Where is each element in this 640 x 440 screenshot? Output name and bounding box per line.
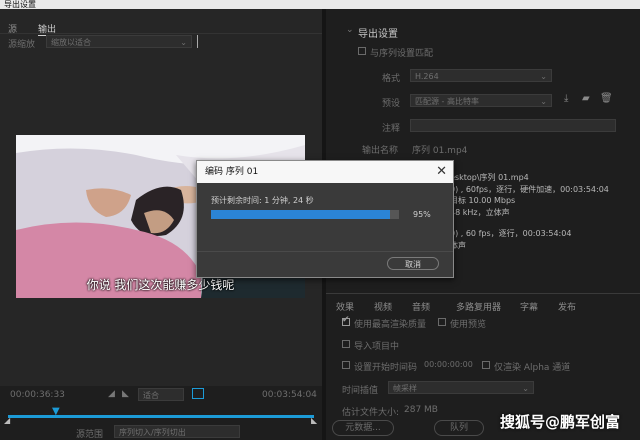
import-project-checkbox[interactable] xyxy=(342,340,350,348)
summary-line: 目标 10.00 Mbps xyxy=(450,196,516,205)
file-size-value: 287 MB xyxy=(404,405,438,415)
dialog-divider xyxy=(197,251,453,252)
metadata-button-label: 元数据... xyxy=(345,423,381,433)
watermark-text: 搜狐号@鹏军创富 xyxy=(500,413,621,431)
tab-divider xyxy=(0,33,322,34)
use-preview-checkbox[interactable] xyxy=(438,318,446,326)
source-range-select[interactable]: 序列切入/序列切出 xyxy=(114,425,240,438)
time-interpolation-select[interactable]: 帧采样 ⌄ xyxy=(388,381,534,394)
dialog-title: 编码 序列 01 xyxy=(197,161,453,183)
close-icon[interactable]: ✕ xyxy=(436,163,447,181)
window-title: 导出设置 xyxy=(0,0,640,9)
render-alpha-label: 仅渲染 Alpha 通道 xyxy=(494,363,571,373)
crop-marker xyxy=(197,35,198,48)
output-name-label: 输出名称 xyxy=(362,146,399,156)
match-sequence-checkbox[interactable] xyxy=(358,47,366,55)
chevron-down-icon: ⌄ xyxy=(540,72,547,81)
tab-multiplexer[interactable]: 多路复用器 xyxy=(456,300,501,313)
summary-line: 0) , 60 fps，逐行，00:03:54:04 xyxy=(450,229,572,238)
chevron-down-icon: ⌄ xyxy=(180,38,187,47)
source-scaling-select[interactable]: 缩放以适合 ⌄ xyxy=(46,35,192,48)
output-name-link[interactable]: 序列 01.mp4 xyxy=(412,143,467,156)
range-start-icon[interactable]: ◢ xyxy=(4,416,10,425)
cancel-button[interactable]: 取消 xyxy=(387,257,439,270)
source-scaling-value: 缩放以适合 xyxy=(51,38,91,47)
range-end-icon[interactable]: ◣ xyxy=(311,416,317,425)
remaining-time-text: 预计剩余时间: 1 分钟, 24 秒 xyxy=(211,196,314,205)
tab-audio[interactable]: 音频 xyxy=(412,300,430,313)
encoding-dialog: 编码 序列 01 ✕ 预计剩余时间: 1 分钟, 24 秒 95% 取消 xyxy=(196,160,454,278)
fit-select[interactable]: 适合 xyxy=(138,388,184,401)
summary-text: esktop\序列 01.mp4 0) , 60fps，逐行，硬件加速，00:0… xyxy=(450,172,636,251)
comments-label: 注释 xyxy=(382,124,401,134)
format-value: H.264 xyxy=(415,72,439,81)
video-subtitle: 你说 我们这次能赚多少钱呢 xyxy=(86,278,235,292)
source-range-value: 序列切入/序列切出 xyxy=(119,428,186,437)
start-timecode-label: 设置开始时间码 xyxy=(354,363,418,373)
time-interpolation-value: 帧采样 xyxy=(393,384,417,393)
progress-bar xyxy=(211,210,399,219)
format-select[interactable]: H.264 ⌄ xyxy=(410,69,552,82)
start-timecode-value[interactable]: 00:00:00:00 xyxy=(424,360,473,369)
progress-percent: 95% xyxy=(413,210,431,219)
export-settings-title: 导出设置 xyxy=(358,29,398,40)
summary-line: esktop\序列 01.mp4 xyxy=(450,173,529,182)
source-range-label: 源范围 xyxy=(76,430,104,440)
render-alpha-checkbox[interactable] xyxy=(482,361,490,369)
metadata-button[interactable]: 元数据... xyxy=(332,420,394,436)
use-preview-label: 使用预览 xyxy=(450,320,487,330)
fit-value: 适合 xyxy=(143,391,159,400)
mark-out-icon[interactable]: ◣ xyxy=(122,389,129,399)
cancel-button-label: 取消 xyxy=(405,260,421,269)
max-render-quality-label: 使用最高渲染质量 xyxy=(354,320,427,330)
aspect-toggle-icon[interactable] xyxy=(192,388,204,399)
tab-video[interactable]: 视频 xyxy=(374,300,392,313)
queue-button[interactable]: 队列 xyxy=(434,420,484,436)
start-timecode-checkbox[interactable] xyxy=(342,361,350,369)
progress-fill xyxy=(211,210,390,219)
summary-line: 0) , 60fps，逐行，硬件加速，00:03:54:04 xyxy=(450,184,609,194)
match-sequence-label: 与序列设置匹配 xyxy=(370,49,434,59)
preset-label: 预设 xyxy=(382,99,401,109)
time-interpolation-label: 时间插值 xyxy=(342,386,379,396)
file-size-label: 估计文件大小: xyxy=(342,408,400,418)
timeline-bar: 00:00:36:33 ◢ ◣ 适合 00:03:54:04 ▼ ◢ ◣ 源范围… xyxy=(0,386,322,440)
import-preset-icon[interactable]: ▰ xyxy=(582,93,590,104)
source-scaling-label: 源缩放 xyxy=(8,40,36,50)
preset-select[interactable]: 匹配源 - 高比特率 ⌄ xyxy=(410,94,552,107)
playhead-icon[interactable]: ▼ xyxy=(52,406,60,417)
mark-in-icon[interactable]: ◢ xyxy=(108,389,115,399)
import-project-label: 导入项目中 xyxy=(354,342,400,352)
checkmark-icon: ✔ xyxy=(342,315,350,325)
tab-captions[interactable]: 字幕 xyxy=(520,300,538,313)
chevron-down-icon: ⌄ xyxy=(540,97,547,106)
preset-value: 匹配源 - 高比特率 xyxy=(415,97,479,106)
collapse-icon[interactable]: ⌄ xyxy=(346,25,354,35)
trash-icon[interactable]: 🗑 xyxy=(600,93,613,104)
chevron-down-icon: ⌄ xyxy=(522,384,529,393)
comments-input[interactable] xyxy=(410,119,616,132)
save-preset-icon[interactable]: ⤓ xyxy=(564,93,568,104)
summary-line: 体声 xyxy=(450,240,466,250)
tab-effects[interactable]: 效果 xyxy=(336,300,354,313)
section-divider xyxy=(326,293,640,294)
format-label: 格式 xyxy=(382,74,401,84)
timecode-current: 00:00:36:33 xyxy=(10,390,65,400)
tab-publish[interactable]: 发布 xyxy=(558,300,576,313)
dialog-body: 预计剩余时间: 1 分钟, 24 秒 95% 取消 xyxy=(197,183,453,277)
timecode-duration: 00:03:54:04 xyxy=(262,390,317,400)
queue-button-label: 队列 xyxy=(449,423,468,433)
summary-line: 48 kHz，立体声 xyxy=(450,207,510,217)
